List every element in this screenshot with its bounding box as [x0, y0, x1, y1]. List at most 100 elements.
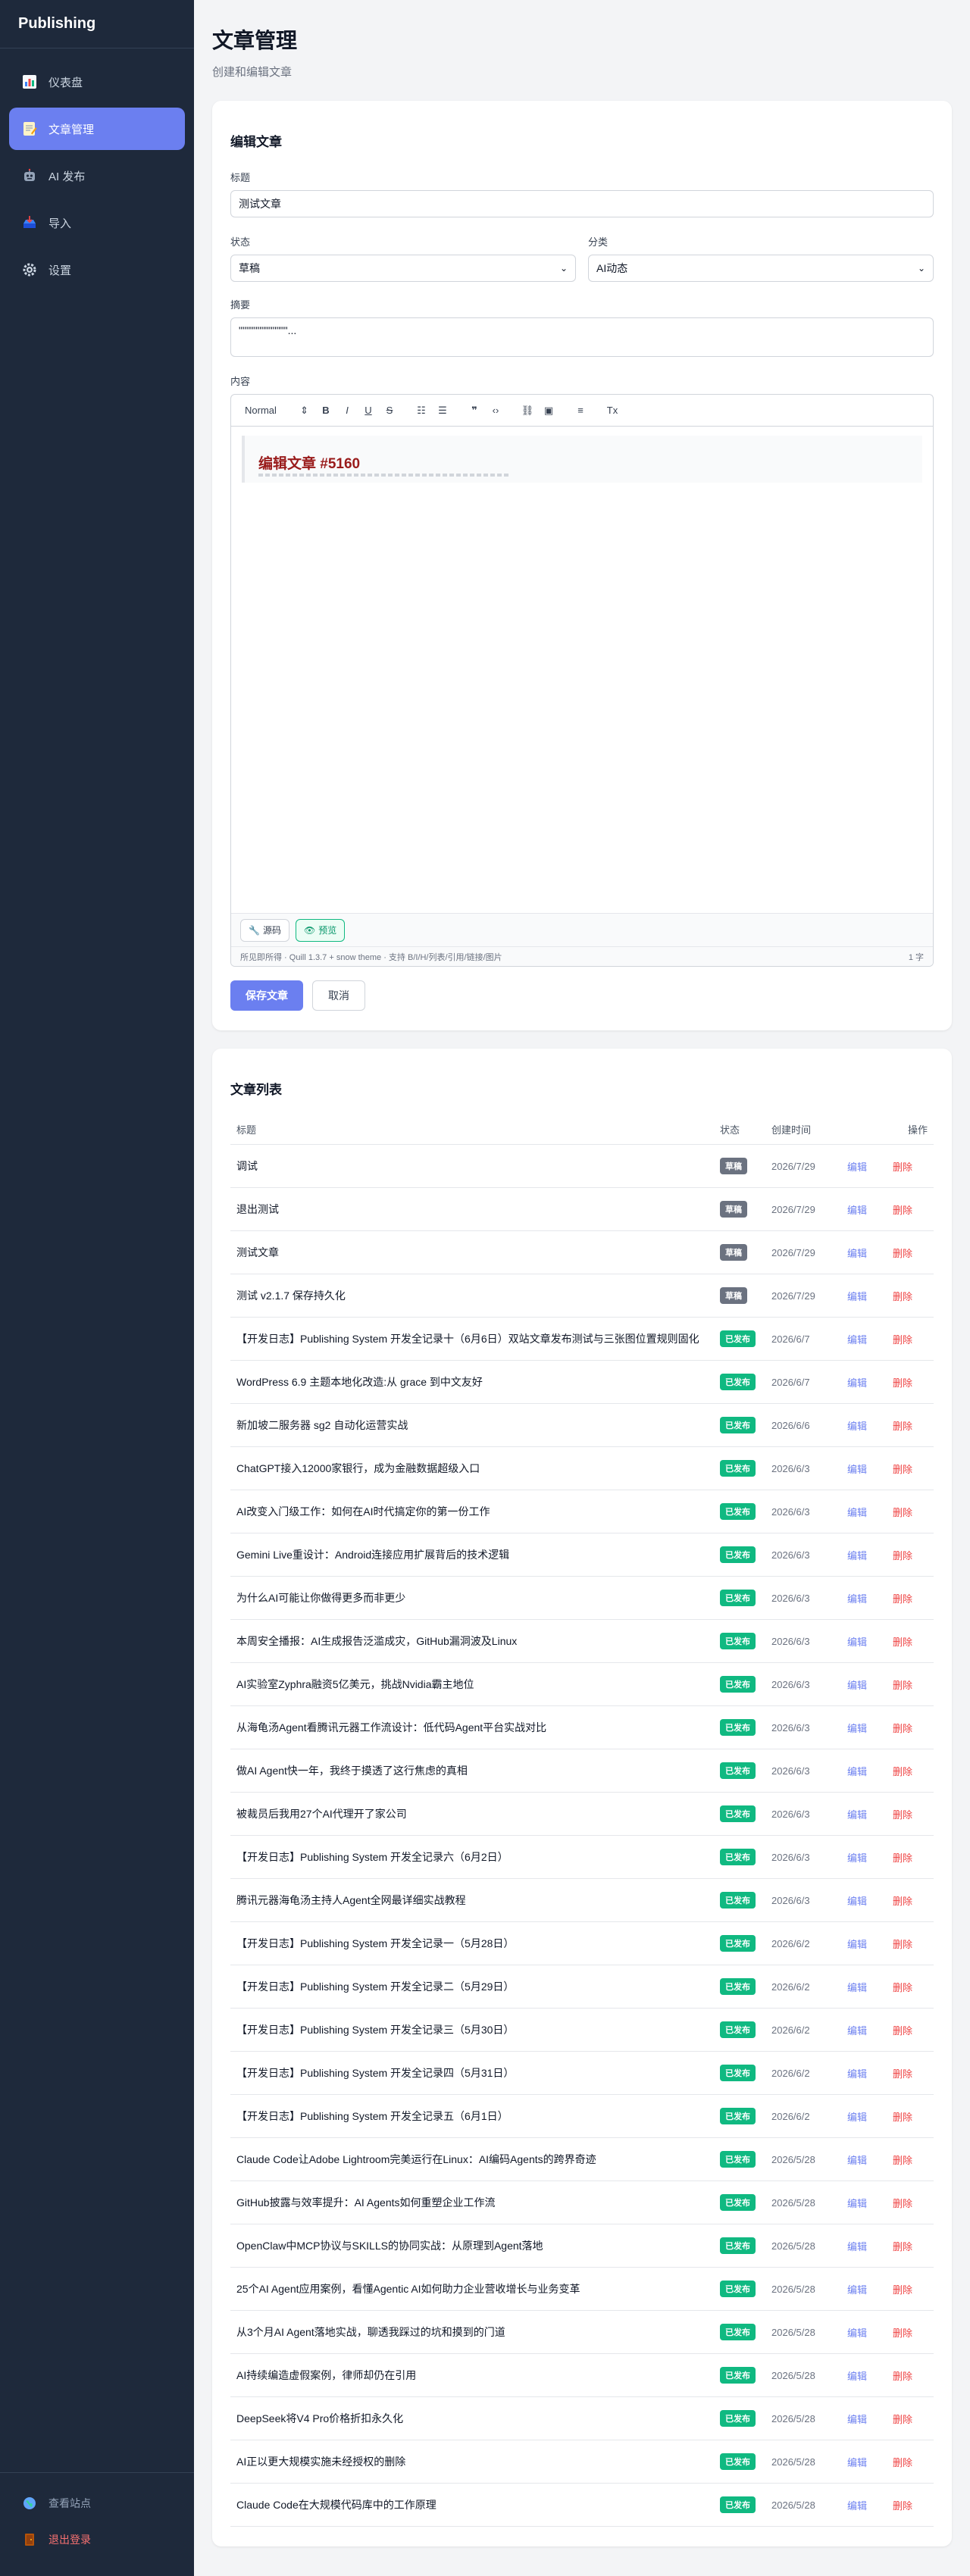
article-title[interactable]: 【开发日志】Publishing System 开发全记录四（5月31日）: [230, 2065, 720, 2080]
edit-link[interactable]: 编辑: [847, 1850, 893, 1865]
bullet-list-icon[interactable]: ☰: [434, 402, 451, 419]
delete-link[interactable]: 删除: [893, 1937, 912, 1951]
edit-link[interactable]: 编辑: [847, 2196, 893, 2210]
edit-link[interactable]: 编辑: [847, 2109, 893, 2124]
article-title[interactable]: 新加坡二服务器 sg2 自动化运营实战: [230, 1418, 720, 1433]
quote-icon[interactable]: ❞: [466, 402, 483, 419]
article-title[interactable]: 本周安全播报：AI生成报告泛滥成灾，GitHub漏洞波及Linux: [230, 1633, 720, 1649]
delete-link[interactable]: 删除: [893, 1764, 912, 1778]
preview-button[interactable]: 👁 预览: [295, 918, 346, 942]
delete-link[interactable]: 删除: [893, 1807, 912, 1821]
article-title[interactable]: AI实验室Zyphra融资5亿美元，挑战Nvidia霸主地位: [230, 1677, 720, 1692]
article-title[interactable]: 做AI Agent快一年，我终于摸透了这行焦虑的真相: [230, 1763, 720, 1778]
delete-link[interactable]: 删除: [893, 1980, 912, 1994]
source-button[interactable]: 🔧 源码: [240, 918, 289, 942]
delete-link[interactable]: 删除: [893, 2498, 912, 2512]
category-select[interactable]: AI动态 ⌄: [588, 255, 934, 282]
cancel-button[interactable]: 取消: [312, 980, 365, 1011]
delete-link[interactable]: 删除: [893, 2109, 912, 2124]
article-title[interactable]: DeepSeek将V4 Pro价格折扣永久化: [230, 2411, 720, 2426]
delete-link[interactable]: 删除: [893, 1850, 912, 1865]
delete-link[interactable]: 删除: [893, 1462, 912, 1476]
edit-link[interactable]: 编辑: [847, 1159, 893, 1174]
underline-icon[interactable]: U: [360, 402, 377, 419]
article-title[interactable]: 测试文章: [230, 1245, 720, 1260]
edit-link[interactable]: 编辑: [847, 1462, 893, 1476]
delete-link[interactable]: 删除: [893, 1548, 912, 1562]
delete-link[interactable]: 删除: [893, 2196, 912, 2210]
article-title[interactable]: 调试: [230, 1158, 720, 1174]
title-input[interactable]: 测试文章: [230, 190, 934, 217]
delete-link[interactable]: 删除: [893, 2152, 912, 2167]
article-title[interactable]: 25个AI Agent应用案例，看懂Agentic AI如何助力企业营收增长与业…: [230, 2281, 720, 2296]
delete-link[interactable]: 删除: [893, 1289, 912, 1303]
edit-link[interactable]: 编辑: [847, 1375, 893, 1390]
article-title[interactable]: 退出测试: [230, 1202, 720, 1217]
delete-link[interactable]: 删除: [893, 1591, 912, 1605]
delete-link[interactable]: 删除: [893, 1332, 912, 1346]
delete-link[interactable]: 删除: [893, 2368, 912, 2383]
delete-link[interactable]: 删除: [893, 1677, 912, 1692]
article-title[interactable]: 为什么AI可能让你做得更多而非更少: [230, 1590, 720, 1605]
edit-link[interactable]: 编辑: [847, 1807, 893, 1821]
delete-link[interactable]: 删除: [893, 2325, 912, 2340]
edit-link[interactable]: 编辑: [847, 2455, 893, 2469]
article-title[interactable]: 【开发日志】Publishing System 开发全记录十（6月6日）双站文章…: [230, 1331, 720, 1346]
edit-link[interactable]: 编辑: [847, 2412, 893, 2426]
article-title[interactable]: AI正以更大规模实施未经授权的删除: [230, 2454, 720, 2469]
delete-link[interactable]: 删除: [893, 1159, 912, 1174]
edit-link[interactable]: 编辑: [847, 2498, 893, 2512]
delete-link[interactable]: 删除: [893, 2239, 912, 2253]
code-icon[interactable]: ‹›: [487, 402, 504, 419]
edit-link[interactable]: 编辑: [847, 1246, 893, 1260]
logout-button[interactable]: 退出登录: [9, 2521, 185, 2558]
article-title[interactable]: Gemini Live重设计：Android连接应用扩展背后的技术逻辑: [230, 1547, 720, 1562]
edit-link[interactable]: 编辑: [847, 1764, 893, 1778]
italic-icon[interactable]: I: [339, 402, 355, 419]
delete-link[interactable]: 删除: [893, 1893, 912, 1908]
status-select[interactable]: 草稿 ⌄: [230, 255, 576, 282]
article-title[interactable]: 从3个月AI Agent落地实战，聊透我踩过的坑和摸到的门道: [230, 2324, 720, 2340]
delete-link[interactable]: 删除: [893, 1634, 912, 1649]
edit-link[interactable]: 编辑: [847, 1721, 893, 1735]
brand-logo[interactable]: Publishing: [0, 0, 194, 48]
edit-link[interactable]: 编辑: [847, 1677, 893, 1692]
edit-link[interactable]: 编辑: [847, 2152, 893, 2167]
article-title[interactable]: OpenClaw中MCP协议与SKILLS的协同实战：从原理到Agent落地: [230, 2238, 720, 2253]
sidebar-item-settings[interactable]: 设置: [9, 249, 185, 291]
article-title[interactable]: AI持续编造虚假案例，律师却仍在引用: [230, 2368, 720, 2383]
edit-link[interactable]: 编辑: [847, 2239, 893, 2253]
sidebar-item-ai-publish[interactable]: AI 发布: [9, 155, 185, 197]
sidebar-item-import[interactable]: 导入: [9, 202, 185, 244]
align-icon[interactable]: ≡: [572, 402, 589, 419]
editor-content-area[interactable]: 编辑文章 #5160: [231, 427, 933, 913]
delete-link[interactable]: 删除: [893, 2455, 912, 2469]
delete-link[interactable]: 删除: [893, 1202, 912, 1217]
edit-link[interactable]: 编辑: [847, 1505, 893, 1519]
edit-link[interactable]: 编辑: [847, 2325, 893, 2340]
article-title[interactable]: Claude Code在大规模代码库中的工作原理: [230, 2497, 720, 2512]
save-article-button[interactable]: 保存文章: [230, 980, 303, 1011]
delete-link[interactable]: 删除: [893, 2412, 912, 2426]
delete-link[interactable]: 删除: [893, 1246, 912, 1260]
edit-link[interactable]: 编辑: [847, 1591, 893, 1605]
edit-link[interactable]: 编辑: [847, 1937, 893, 1951]
article-title[interactable]: 【开发日志】Publishing System 开发全记录一（5月28日）: [230, 1936, 720, 1951]
edit-link[interactable]: 编辑: [847, 1980, 893, 1994]
edit-link[interactable]: 编辑: [847, 2368, 893, 2383]
article-title[interactable]: 【开发日志】Publishing System 开发全记录五（6月1日）: [230, 2109, 720, 2124]
delete-link[interactable]: 删除: [893, 1505, 912, 1519]
delete-link[interactable]: 删除: [893, 1375, 912, 1390]
clear-format-icon[interactable]: Tx: [604, 402, 621, 419]
article-title[interactable]: Claude Code让Adobe Lightroom完美运行在Linux：AI…: [230, 2152, 720, 2167]
delete-link[interactable]: 删除: [893, 2282, 912, 2296]
article-title[interactable]: WordPress 6.9 主题本地化改造:从 grace 到中文友好: [230, 1374, 720, 1390]
link-icon[interactable]: ⛓: [519, 402, 536, 419]
format-select[interactable]: Normal ⇕: [240, 405, 313, 417]
strike-icon[interactable]: S: [381, 402, 398, 419]
edit-link[interactable]: 编辑: [847, 1548, 893, 1562]
edit-link[interactable]: 编辑: [847, 2066, 893, 2080]
delete-link[interactable]: 删除: [893, 1418, 912, 1433]
article-title[interactable]: 被裁员后我用27个AI代理开了家公司: [230, 1806, 720, 1821]
edit-link[interactable]: 编辑: [847, 1289, 893, 1303]
